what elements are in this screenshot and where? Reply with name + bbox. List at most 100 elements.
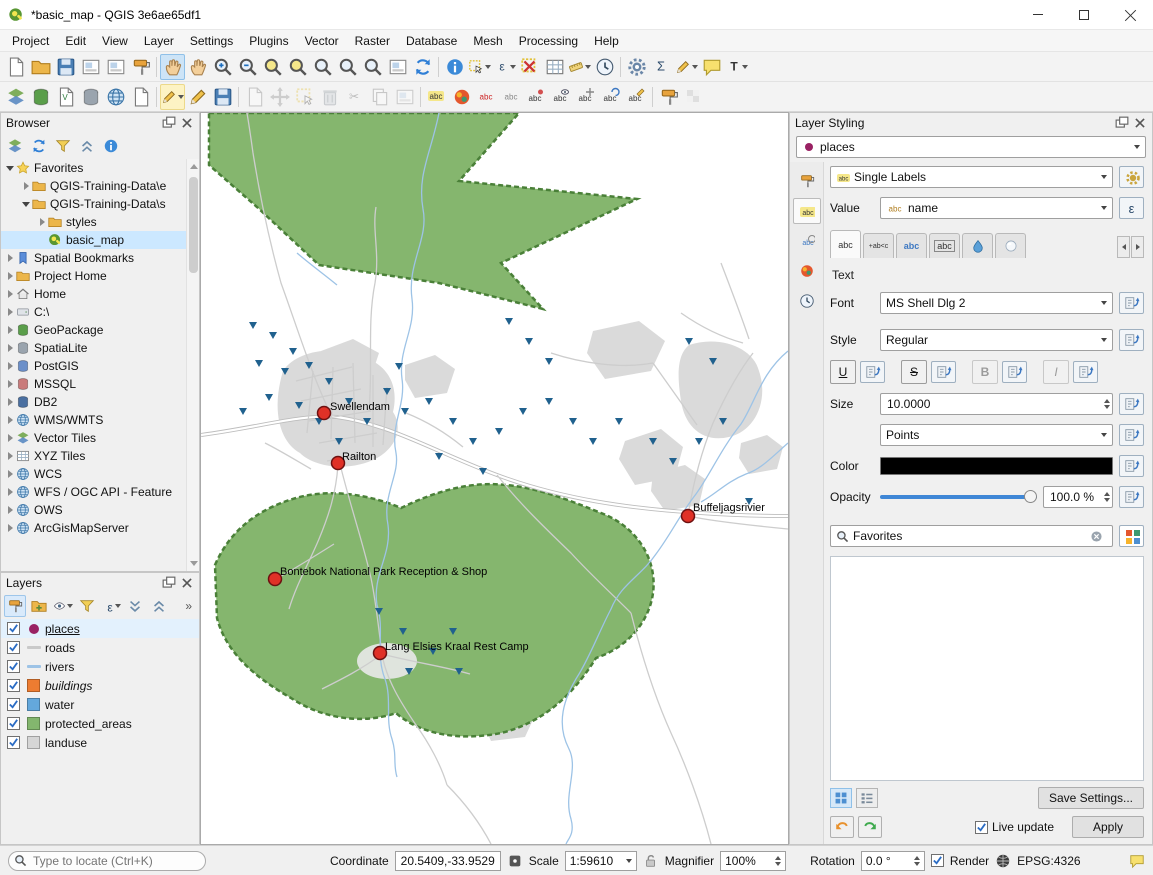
menu-help[interactable]: Help	[586, 31, 627, 51]
size-unit-select[interactable]: Points	[880, 424, 1113, 446]
close-panel-button[interactable]	[179, 576, 194, 590]
layer-row-protected-areas[interactable]: protected_areas	[1, 714, 199, 733]
expand-arrow-icon[interactable]	[5, 465, 16, 483]
browser-item-favorites[interactable]: Favorites	[1, 159, 199, 177]
tab-callout[interactable]	[995, 233, 1026, 258]
italic-override-button[interactable]	[1073, 361, 1098, 383]
menu-vector[interactable]: Vector	[297, 31, 347, 51]
strikethrough-override-button[interactable]	[931, 361, 956, 383]
clear-icon[interactable]	[1090, 530, 1103, 543]
vertex-tool-button[interactable]	[292, 84, 317, 110]
apply-button[interactable]: Apply	[1072, 816, 1144, 838]
layer-row-rivers[interactable]: rivers	[1, 657, 199, 676]
temporal-controller-button[interactable]	[592, 54, 617, 80]
menu-settings[interactable]: Settings	[182, 31, 241, 51]
menu-raster[interactable]: Raster	[347, 31, 398, 51]
lock-scale-icon[interactable]	[643, 853, 659, 869]
size-spinbox[interactable]: 10.0000	[880, 393, 1113, 415]
float-panel-button[interactable]	[161, 116, 176, 130]
tab-scroll-right-button[interactable]	[1131, 236, 1144, 258]
rotation-spinbox[interactable]: 0.0 °	[861, 851, 925, 871]
cut-features-button[interactable]: ✂	[342, 84, 367, 110]
undo-button[interactable]	[830, 816, 854, 838]
new-map-view-button[interactable]	[385, 54, 410, 80]
browser-item-spatial-bookmarks[interactable]: Spatial Bookmarks	[1, 249, 199, 267]
value-field-select[interactable]: abc name	[880, 197, 1113, 219]
opacity-slider[interactable]	[880, 489, 1037, 505]
zoom-out-button[interactable]	[235, 54, 260, 80]
bold-override-button[interactable]	[1002, 361, 1027, 383]
toggle-editing-button[interactable]	[185, 84, 210, 110]
browser-item-training-data-e[interactable]: QGIS-Training-Data\e	[1, 177, 199, 195]
map-canvas[interactable]: Swellendam Railton Buffeljagsrivier Bont…	[200, 112, 789, 845]
delete-selected-button[interactable]	[317, 84, 342, 110]
float-panel-button[interactable]	[161, 576, 176, 590]
expand-arrow-icon[interactable]	[5, 501, 16, 519]
filter-browser-button[interactable]	[52, 135, 74, 157]
tab-text[interactable]: abc	[830, 230, 861, 258]
style-manager-button[interactable]	[1119, 525, 1144, 547]
scroll-up-icon[interactable]	[190, 164, 198, 169]
pan-map-button[interactable]	[160, 54, 185, 80]
identify-features-button[interactable]	[442, 54, 467, 80]
statistical-summary-button[interactable]: Σ	[649, 54, 674, 80]
crs-status-button[interactable]: EPSG:4326	[1017, 854, 1080, 868]
zoom-to-layer-button[interactable]	[310, 54, 335, 80]
float-panel-button[interactable]	[1114, 116, 1129, 130]
underline-override-button[interactable]	[860, 361, 885, 383]
style-search-input[interactable]: Favorites	[830, 525, 1113, 547]
zoom-full-extent-button[interactable]	[260, 54, 285, 80]
new-temporary-scratch-layer-button[interactable]	[128, 84, 153, 110]
expand-arrow-icon[interactable]	[21, 177, 32, 195]
close-button[interactable]	[1107, 0, 1153, 30]
layer-visibility-checkbox[interactable]	[7, 622, 20, 635]
tab-symbology[interactable]	[793, 168, 821, 194]
italic-button[interactable]: I	[1043, 360, 1069, 384]
show-hide-labels-button[interactable]: abc	[549, 84, 574, 110]
measure-button[interactable]	[567, 54, 592, 80]
locate-input[interactable]	[8, 851, 206, 871]
data-source-manager-button[interactable]	[3, 84, 28, 110]
text-annotation-button[interactable]: T	[724, 54, 749, 80]
expand-arrow-icon[interactable]	[5, 321, 16, 339]
browser-item-basic-map[interactable]: basic_map	[1, 231, 199, 249]
label-mode-select[interactable]: abc Single Labels	[830, 166, 1113, 188]
select-by-expression-button[interactable]: ε	[492, 54, 517, 80]
save-project-button[interactable]	[53, 54, 78, 80]
browser-item-wcs[interactable]: WCS	[1, 465, 199, 483]
zoom-to-selection-button[interactable]	[285, 54, 310, 80]
expand-arrow-icon[interactable]	[5, 375, 16, 393]
new-geopackage-layer-button[interactable]	[28, 84, 53, 110]
spin-up-icon[interactable]	[914, 856, 920, 860]
checkerboard-button[interactable]	[681, 84, 706, 110]
extents-toggle-icon[interactable]	[507, 853, 523, 869]
processing-toolbox-button[interactable]	[624, 54, 649, 80]
layer-row-roads[interactable]: roads	[1, 638, 199, 657]
browser-item-arcgis-map-server[interactable]: ArcGisMapServer	[1, 519, 199, 537]
browser-scrollbar[interactable]	[186, 159, 199, 571]
expand-all-button[interactable]	[124, 595, 146, 617]
expand-arrow-icon[interactable]	[5, 357, 16, 375]
locate-search[interactable]	[8, 851, 206, 871]
live-update-checkbox[interactable]	[975, 821, 988, 834]
layer-visibility-checkbox[interactable]	[7, 698, 20, 711]
expand-arrow-icon[interactable]	[5, 483, 16, 501]
layer-diagram-options-button[interactable]	[449, 84, 474, 110]
refresh-map-button[interactable]	[410, 54, 435, 80]
refresh-browser-button[interactable]	[28, 135, 50, 157]
zoom-in-button[interactable]	[210, 54, 235, 80]
new-shapefile-layer-button[interactable]: V	[53, 84, 78, 110]
move-feature-button[interactable]	[267, 84, 292, 110]
layer-visibility-checkbox[interactable]	[7, 717, 20, 730]
map-tips-roller-button[interactable]	[656, 84, 681, 110]
browser-item-home[interactable]: Home	[1, 285, 199, 303]
menu-edit[interactable]: Edit	[57, 31, 94, 51]
spin-arrows[interactable]	[1100, 399, 1110, 409]
layer-row-places[interactable]: places	[1, 619, 199, 638]
expand-arrow-icon[interactable]	[5, 267, 16, 285]
deselect-all-button[interactable]	[517, 54, 542, 80]
browser-item-mssql[interactable]: MSSQL	[1, 375, 199, 393]
menu-layer[interactable]: Layer	[136, 31, 182, 51]
browser-item-wms-wmts[interactable]: WMS/WMTS	[1, 411, 199, 429]
expand-arrow-icon[interactable]	[5, 393, 16, 411]
